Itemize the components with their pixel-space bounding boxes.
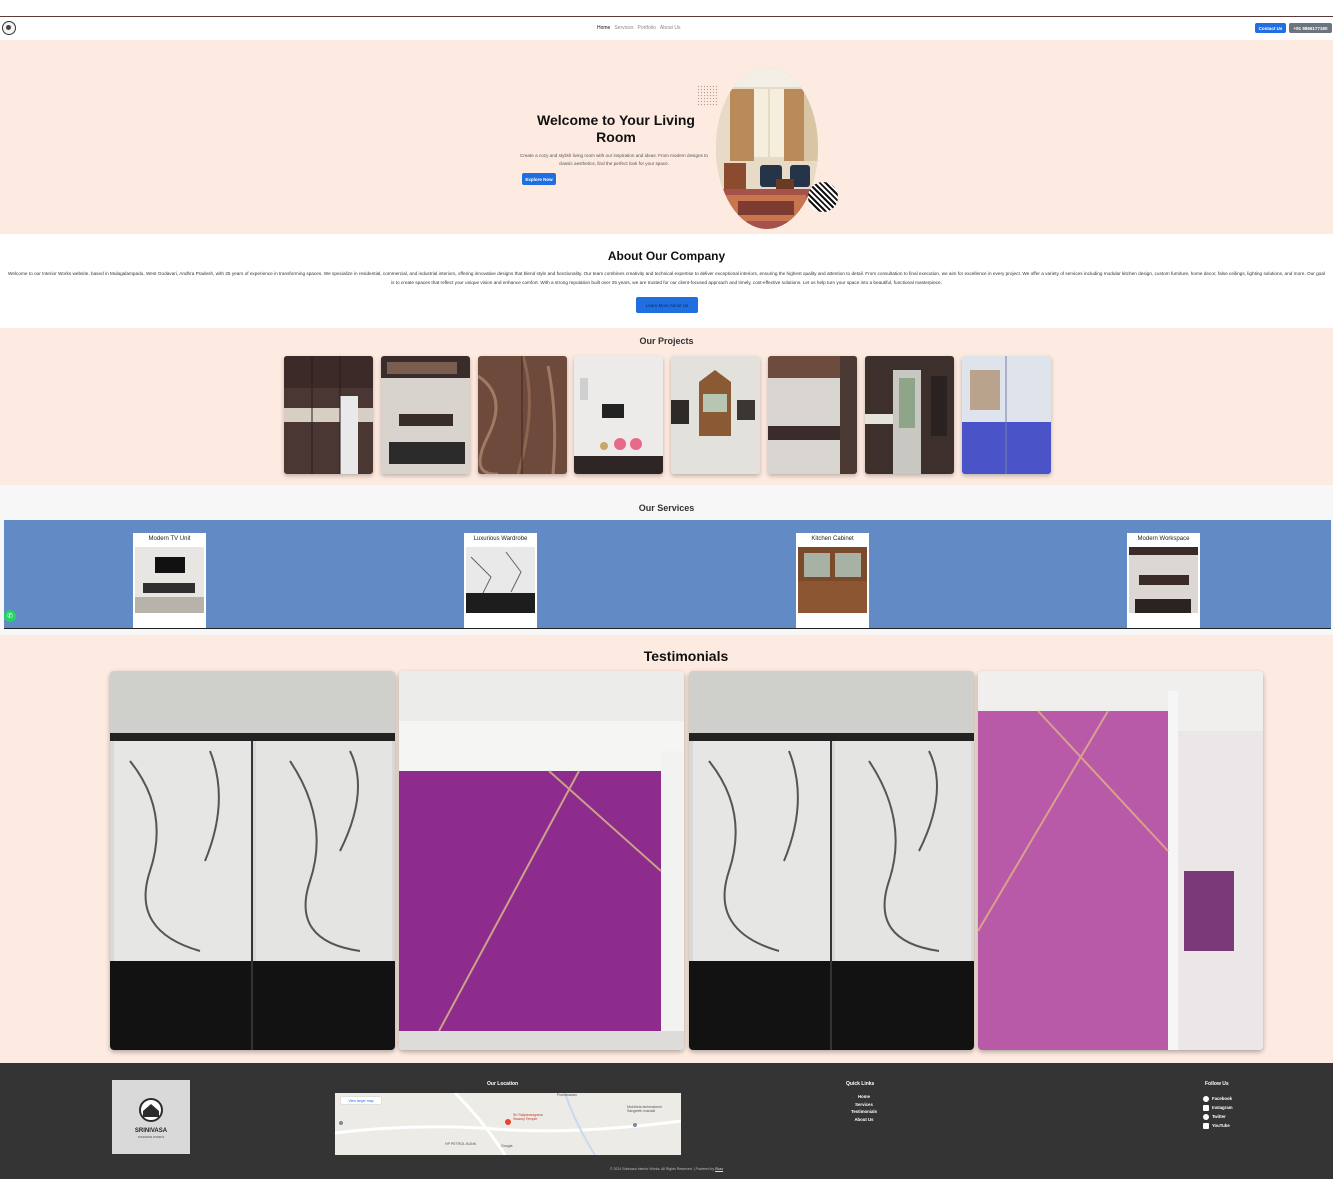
project-image[interactable] bbox=[671, 356, 760, 474]
testimonial-video[interactable] bbox=[978, 671, 1263, 1050]
quick-links-title: Quick Links bbox=[846, 1081, 875, 1087]
services-section: Our Services Modern TV Unit Luxurious Wa… bbox=[0, 485, 1333, 635]
testimonial-video[interactable] bbox=[689, 671, 974, 1050]
map-label: Google bbox=[501, 1144, 513, 1148]
footer-link-about[interactable]: About Us bbox=[830, 1116, 898, 1124]
service-card[interactable]: Kitchen Cabinet bbox=[796, 533, 869, 628]
logo-text: SRINIVASA bbox=[135, 1128, 168, 1134]
facebook-icon bbox=[1203, 1095, 1209, 1102]
living-room-image bbox=[716, 67, 818, 229]
copyright: © 2024 Srinivasa Interior Works. All Rig… bbox=[609, 1167, 724, 1171]
social-facebook[interactable]: Facebook bbox=[1203, 1094, 1233, 1103]
project-image[interactable] bbox=[962, 356, 1051, 474]
learn-more-button[interactable]: Learn More About Us bbox=[636, 297, 698, 313]
footer-logo: SRINIVASA INTERIOR WORKS bbox=[112, 1080, 190, 1154]
services-title: Our Services bbox=[638, 503, 695, 513]
project-image[interactable] bbox=[574, 356, 663, 474]
navbar: Home Services Portfolio About Us Contact… bbox=[0, 17, 1333, 40]
project-image[interactable] bbox=[284, 356, 373, 474]
social-youtube[interactable]: YouTube bbox=[1203, 1121, 1233, 1130]
phone-button[interactable]: +91 9866177180 bbox=[1289, 23, 1332, 33]
map-label: Pochavaram bbox=[557, 1093, 578, 1097]
logo-subtext: INTERIOR WORKS bbox=[138, 1135, 165, 1139]
project-image[interactable] bbox=[865, 356, 954, 474]
services-carousel: Modern TV Unit Luxurious Wardrobe Kitche… bbox=[4, 520, 1331, 629]
service-label: Kitchen Cabinet bbox=[811, 536, 854, 542]
follow-us-title: Follow Us bbox=[1205, 1081, 1229, 1087]
dot-pattern-decoration bbox=[697, 85, 719, 107]
projects-section: Our Projects bbox=[0, 328, 1333, 485]
location-map[interactable]: View larger map Pochavaram Sri Satyanara… bbox=[335, 1093, 681, 1155]
service-label: Luxurious Wardrobe bbox=[473, 536, 528, 542]
location-title: Our Location bbox=[487, 1081, 519, 1087]
instagram-icon bbox=[1203, 1104, 1209, 1111]
nav-link-services[interactable]: Services bbox=[614, 25, 633, 31]
site-logo[interactable] bbox=[2, 21, 16, 35]
twitter-icon bbox=[1203, 1113, 1209, 1120]
social-instagram[interactable]: Instagram bbox=[1203, 1103, 1233, 1112]
powered-by-link[interactable]: Ebaz bbox=[715, 1167, 723, 1171]
service-image bbox=[1129, 547, 1198, 613]
about-section: About Our Company Welcome to our Interio… bbox=[0, 234, 1333, 328]
social-links: Facebook Instagram Twitter YouTube bbox=[1203, 1094, 1233, 1130]
hero-section: Welcome to Your Living Room Create a coz… bbox=[0, 40, 1333, 234]
testimonials-title: Testimonials bbox=[643, 648, 729, 664]
footer-link-services[interactable]: Services bbox=[830, 1101, 898, 1109]
map-label: HP PETROL BUNK bbox=[445, 1142, 477, 1146]
testimonials-section: Testimonials bbox=[0, 635, 1333, 1063]
project-image[interactable] bbox=[381, 356, 470, 474]
nav-link-about[interactable]: About Us bbox=[660, 25, 681, 31]
map-label: Sri Satyanarayana Swamy Temple bbox=[513, 1113, 543, 1121]
project-image[interactable] bbox=[768, 356, 857, 474]
quick-links: Home Services Testimonials About Us bbox=[830, 1093, 898, 1123]
about-text: Welcome to our Interior Works website, b… bbox=[8, 271, 1325, 285]
testimonial-video[interactable] bbox=[110, 671, 395, 1050]
striped-circle-decoration bbox=[808, 182, 838, 212]
hero-title: Welcome to Your Living Room bbox=[537, 112, 695, 145]
service-image bbox=[798, 547, 867, 613]
footer: SRINIVASA INTERIOR WORKS Our Location Vi… bbox=[0, 1063, 1333, 1179]
about-title: About Our Company bbox=[607, 249, 726, 263]
service-label: Modern Workspace bbox=[1137, 536, 1190, 542]
projects-title: Our Projects bbox=[639, 336, 694, 346]
map-label: Mukthela lachmakesh Sangeeth mandal bbox=[627, 1105, 662, 1113]
footer-link-testimonials[interactable]: Testimonials bbox=[830, 1108, 898, 1116]
service-card[interactable]: Modern TV Unit bbox=[133, 533, 206, 628]
explore-now-button[interactable]: Explore Now bbox=[522, 173, 556, 185]
service-card[interactable]: Luxurious Wardrobe bbox=[464, 533, 537, 628]
service-label: Modern TV Unit bbox=[148, 536, 191, 542]
testimonial-video[interactable] bbox=[399, 671, 684, 1050]
project-image[interactable] bbox=[478, 356, 567, 474]
youtube-icon bbox=[1203, 1122, 1209, 1129]
nav-link-portfolio[interactable]: Portfolio bbox=[638, 25, 656, 31]
service-image bbox=[466, 547, 535, 613]
service-image bbox=[135, 547, 204, 613]
social-twitter[interactable]: Twitter bbox=[1203, 1112, 1233, 1121]
view-larger-map-link[interactable]: View larger map bbox=[341, 1097, 381, 1104]
service-card[interactable]: Modern Workspace bbox=[1127, 533, 1200, 628]
hero-description: Create a cozy and stylish living room wi… bbox=[520, 153, 708, 166]
footer-link-home[interactable]: Home bbox=[830, 1093, 898, 1101]
whatsapp-icon[interactable]: ✆ bbox=[4, 610, 16, 622]
contact-us-button[interactable]: Contact Us bbox=[1255, 23, 1286, 33]
nav-link-home[interactable]: Home bbox=[597, 25, 610, 31]
nav-links: Home Services Portfolio About Us bbox=[597, 25, 680, 31]
